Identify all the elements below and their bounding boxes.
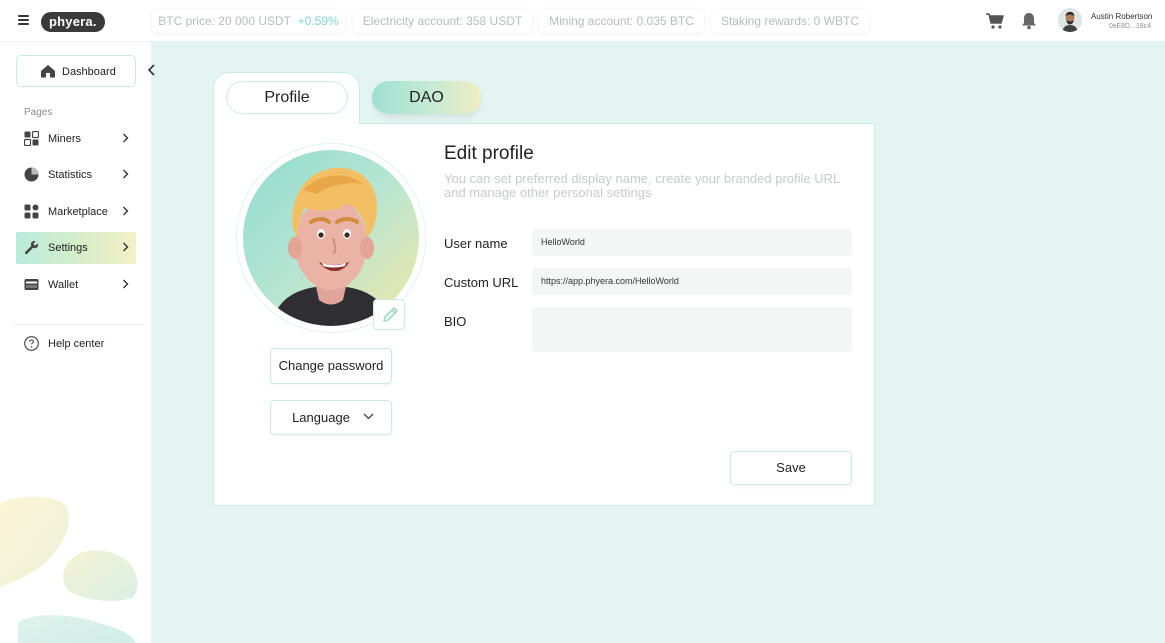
pencil-icon (383, 307, 398, 322)
chevron-right-icon (123, 279, 129, 289)
pie-chart-icon (24, 167, 39, 182)
username-input[interactable]: HelloWorld (532, 229, 852, 256)
btc-price-pill: BTC price: 20 000 USDT +0.59% (152, 9, 345, 33)
sidebar-item-wallet[interactable]: Wallet (16, 269, 136, 301)
cart-icon[interactable] (985, 11, 1005, 31)
edit-profile-title: Edit profile (444, 143, 534, 164)
sidebar-item-label: Settings (48, 242, 88, 254)
help-icon (24, 336, 39, 351)
edit-avatar-button[interactable] (373, 299, 405, 330)
help-center-label: Help center (48, 338, 105, 350)
tab-dao[interactable]: DAO (372, 81, 481, 114)
sidebar-item-label: Marketplace (48, 206, 108, 218)
custom-url-input[interactable]: https://app.phyera.com/HelloWorld (532, 268, 852, 295)
btc-price: BTC price: 20 000 USDT (158, 14, 291, 28)
pages-section-label: Pages (24, 107, 53, 118)
sidebar-item-marketplace[interactable]: Marketplace (16, 196, 136, 228)
username-label: User name (444, 236, 508, 251)
top-bar: phyera. BTC price: 20 000 USDT +0.59% El… (0, 0, 1165, 42)
electricity-account-pill: Electricity account: 358 USDT (353, 9, 532, 33)
language-select[interactable]: Language (270, 400, 392, 435)
user-name: Austin Robertson (1091, 12, 1153, 21)
sidebar-item-statistics[interactable]: Statistics (16, 159, 136, 191)
sidebar-item-label: Miners (48, 133, 82, 145)
edit-profile-description: You can set preferred display name, crea… (444, 171, 840, 200)
bio-label: BIO (444, 314, 467, 329)
staking-rewards-pill: Staking rewards: 0 WBTC (711, 9, 869, 33)
change-password-button[interactable]: Change password (270, 348, 392, 384)
wrench-icon (24, 240, 39, 255)
sidebar-item-label: Statistics (48, 169, 93, 181)
user-address: 0xE8D...18c4 (1108, 23, 1151, 30)
tab-connector (214, 122, 359, 125)
sidebar-item-miners[interactable]: Miners (16, 123, 136, 155)
sidebar-item-settings[interactable]: Settings (16, 232, 136, 264)
decorative-shapes (0, 496, 138, 643)
bio-textarea[interactable] (532, 307, 852, 352)
sidebar-item-label: Wallet (48, 279, 79, 291)
chevron-right-icon (123, 242, 129, 252)
dashboard-label: Dashboard (62, 66, 116, 78)
chevron-right-icon (123, 169, 129, 179)
save-button[interactable]: Save (730, 451, 852, 485)
btc-change: +0.59% (297, 14, 339, 28)
menu-icon[interactable] (18, 15, 29, 25)
sidebar: Dashboard Pages Miners Statistics Market… (0, 42, 151, 643)
tab-profile[interactable]: Profile (226, 81, 348, 114)
home-icon (41, 65, 55, 78)
chevron-down-icon (363, 413, 374, 420)
logo[interactable]: phyera. (41, 12, 105, 32)
user-avatar[interactable] (1058, 8, 1082, 32)
bell-icon[interactable] (1019, 11, 1039, 31)
collapse-sidebar-icon[interactable] (146, 63, 158, 77)
wallet-icon (24, 279, 39, 290)
custom-url-label: Custom URL (444, 275, 519, 290)
dashboard-button[interactable]: Dashboard (16, 55, 136, 87)
mining-account-pill: Mining account: 0.035 BTC (539, 9, 704, 33)
miners-icon (24, 131, 39, 146)
marketplace-icon (24, 204, 39, 219)
sidebar-divider (12, 324, 144, 325)
chevron-right-icon (123, 206, 129, 216)
chevron-right-icon (123, 133, 129, 143)
language-label: Language (292, 410, 350, 425)
